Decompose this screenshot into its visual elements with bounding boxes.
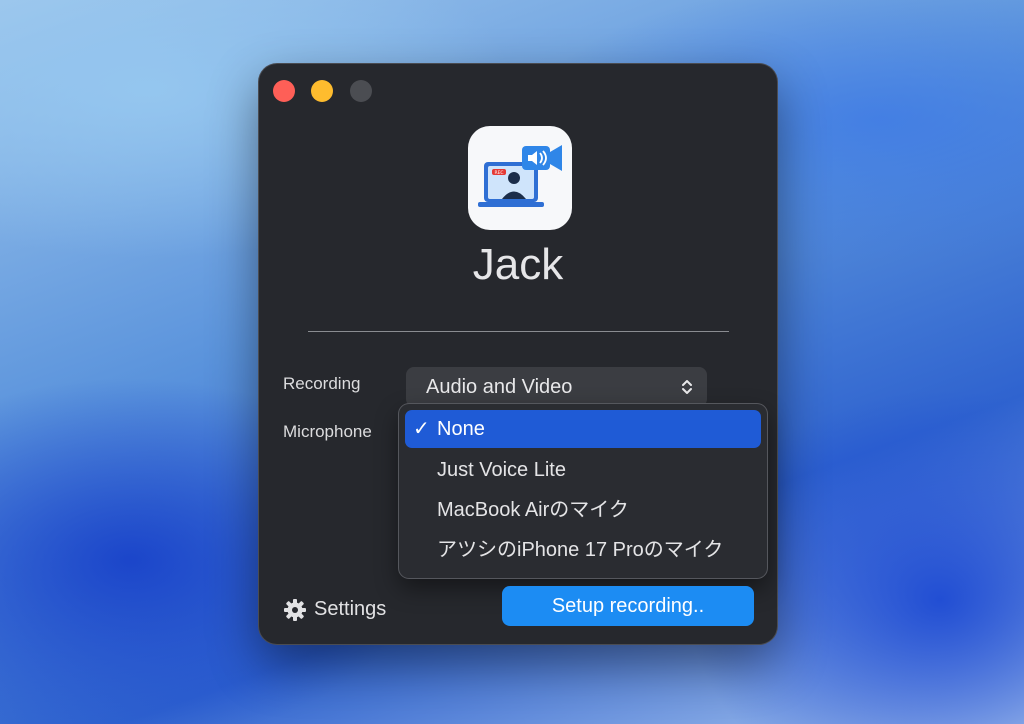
settings-label: Settings — [314, 598, 387, 620]
menu-item-label: アツシのiPhone 17 Proのマイク — [437, 539, 724, 561]
app-name-title: Jack — [472, 240, 564, 289]
close-window-button[interactable] — [273, 80, 295, 102]
microphone-label: Microphone — [283, 422, 372, 441]
recording-select-value: Audio and Video — [426, 376, 573, 398]
checkmark-icon: ✓ — [413, 418, 430, 440]
chevron-up-down-icon — [682, 380, 692, 394]
video-recorder-app-icon: REC — [468, 126, 572, 230]
recording-label: Recording — [283, 374, 361, 393]
menu-item-macbook-air-mic[interactable]: MacBook Airのマイク — [405, 491, 761, 529]
rec-badge-text: REC — [494, 170, 503, 176]
recording-select[interactable]: Audio and Video — [406, 367, 707, 407]
setup-recording-button[interactable]: Setup recording.. — [502, 586, 754, 626]
menu-item-none[interactable]: ✓ None — [405, 410, 761, 448]
menu-item-label: None — [437, 418, 485, 440]
menu-item-label: Just Voice Lite — [437, 459, 566, 481]
zoom-window-button[interactable] — [350, 80, 372, 102]
divider — [308, 331, 729, 332]
minimize-window-button[interactable] — [311, 80, 333, 102]
app-window: REC Jack Recording Audio and Video Micro… — [259, 64, 777, 644]
menu-item-iphone-mic[interactable]: アツシのiPhone 17 Proのマイク — [405, 531, 761, 569]
gear-icon — [284, 599, 306, 621]
microphone-dropdown-menu: ✓ None Just Voice Lite MacBook Airのマイク ア… — [399, 404, 767, 578]
menu-item-just-voice-lite[interactable]: Just Voice Lite — [405, 451, 761, 489]
menu-item-label: MacBook Airのマイク — [437, 499, 629, 521]
